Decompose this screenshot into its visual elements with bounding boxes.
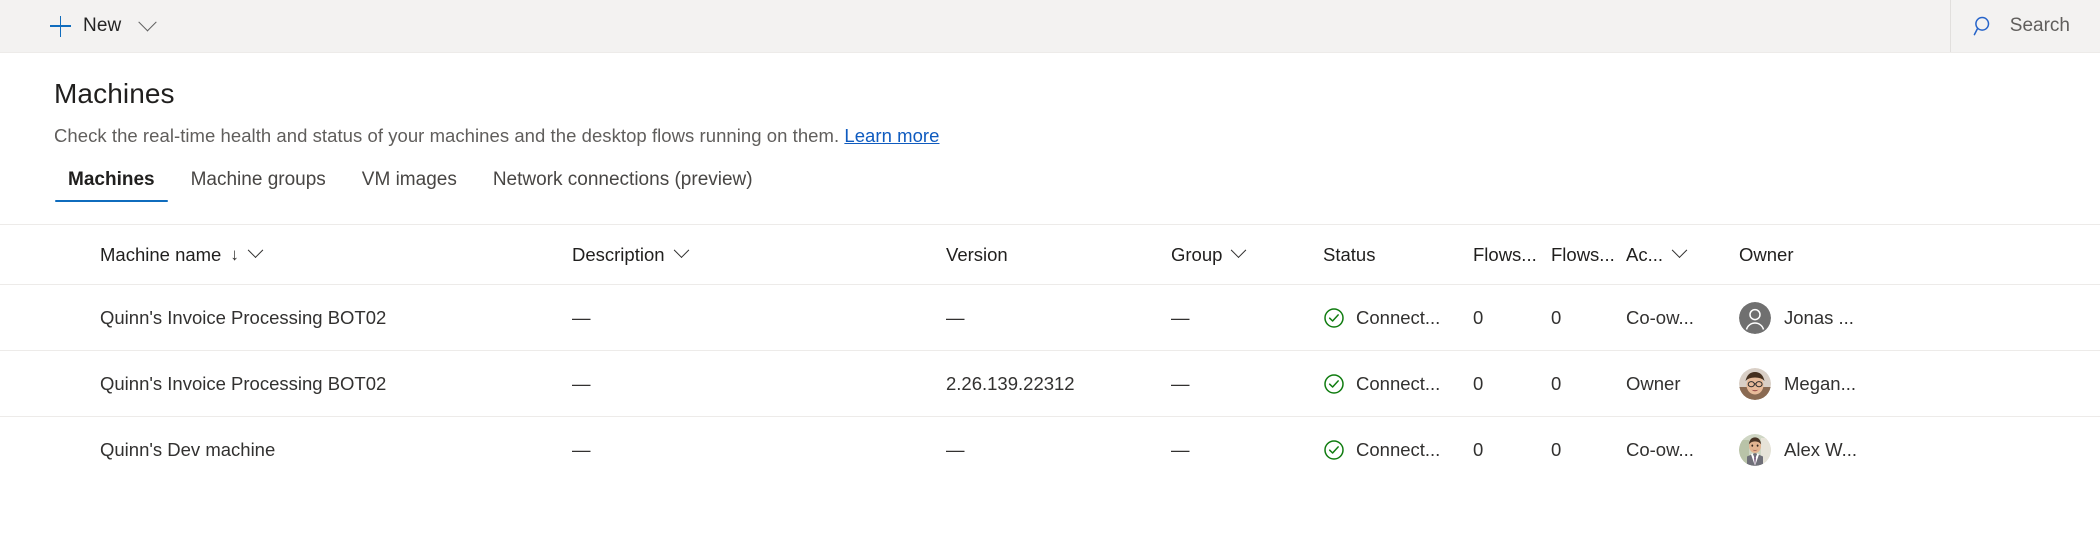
column-header-version[interactable]: Version — [946, 244, 1171, 266]
cell-access: Co-ow... — [1626, 307, 1739, 329]
avatar — [1739, 434, 1771, 466]
cell-flows-queued: 0 — [1473, 307, 1551, 329]
cell-description: — — [572, 439, 946, 461]
cell-owner: Jonas ... — [1739, 302, 1989, 334]
machines-table: Machine name ↓ Description Version Group… — [0, 224, 2100, 482]
column-header-status-label: Status — [1323, 244, 1375, 266]
column-header-group[interactable]: Group — [1171, 244, 1323, 266]
tab-list: Machines Machine groups VM images Networ… — [54, 169, 2100, 202]
cell-machine-name[interactable]: Quinn's Invoice Processing BOT02 — [44, 307, 572, 329]
cell-status-label: Connect... — [1356, 307, 1440, 329]
cell-group: — — [1171, 439, 1323, 461]
cell-owner: Megan... — [1739, 368, 1989, 400]
chevron-down-icon[interactable] — [248, 244, 264, 259]
tab-vm-images[interactable]: VM images — [344, 169, 475, 202]
cell-flows-running: 0 — [1551, 307, 1626, 329]
cell-status-label: Connect... — [1356, 439, 1440, 461]
column-header-version-label: Version — [946, 244, 1008, 266]
table-row[interactable]: Quinn's Invoice Processing BOT02 — — — C… — [0, 284, 2100, 350]
command-bar-left-group: New — [0, 6, 160, 46]
tab-machine-groups[interactable]: Machine groups — [173, 169, 344, 202]
chevron-down-icon[interactable] — [1672, 244, 1688, 259]
column-header-flows-running[interactable]: Flows... — [1551, 244, 1626, 266]
check-circle-icon — [1323, 307, 1345, 329]
page-title: Machines — [54, 78, 2100, 110]
cell-machine-name[interactable]: Quinn's Invoice Processing BOT02 — [44, 373, 572, 395]
chevron-down-icon[interactable] — [673, 244, 689, 259]
check-circle-icon — [1323, 439, 1345, 461]
column-header-owner[interactable]: Owner — [1739, 244, 1989, 266]
column-header-description-label: Description — [572, 244, 665, 266]
command-bar-right-group: Search — [1950, 0, 2100, 52]
cell-status: Connect... — [1323, 307, 1473, 329]
page-subtitle: Check the real-time health and status of… — [54, 125, 2100, 147]
column-header-access-label: Ac... — [1626, 244, 1663, 266]
cell-owner-name: Megan... — [1784, 373, 1856, 395]
new-button[interactable]: New — [44, 6, 160, 46]
avatar — [1739, 302, 1771, 334]
new-button-label: New — [83, 15, 121, 37]
column-header-description[interactable]: Description — [572, 244, 946, 266]
cell-flows-queued: 0 — [1473, 373, 1551, 395]
table-row[interactable]: Quinn's Dev machine — — — Connect... 0 0… — [0, 416, 2100, 482]
tab-network-connections[interactable]: Network connections (preview) — [475, 169, 771, 202]
page-content: Machines Check the real-time health and … — [0, 78, 2100, 202]
cell-status-label: Connect... — [1356, 373, 1440, 395]
cell-status: Connect... — [1323, 439, 1473, 461]
column-header-machine-name[interactable]: Machine name ↓ — [44, 244, 572, 266]
column-header-group-label: Group — [1171, 244, 1222, 266]
sort-descending-icon[interactable]: ↓ — [230, 246, 239, 263]
cell-machine-name[interactable]: Quinn's Dev machine — [44, 439, 572, 461]
learn-more-link[interactable]: Learn more — [844, 125, 939, 146]
cell-version: — — [946, 307, 1171, 329]
check-circle-icon — [1323, 373, 1345, 395]
cell-access: Owner — [1626, 373, 1739, 395]
tab-machines[interactable]: Machines — [50, 169, 173, 202]
column-header-flows-queued-label: Flows... — [1473, 244, 1537, 266]
cell-status: Connect... — [1323, 373, 1473, 395]
column-header-flows-running-label: Flows... — [1551, 244, 1615, 266]
table-row[interactable]: Quinn's Invoice Processing BOT02 — 2.26.… — [0, 350, 2100, 416]
command-bar: New Search — [0, 0, 2100, 53]
cell-version: 2.26.139.22312 — [946, 373, 1171, 395]
cell-owner-name: Alex W... — [1784, 439, 1857, 461]
cell-access: Co-ow... — [1626, 439, 1739, 461]
cell-owner: Alex W... — [1739, 434, 1989, 466]
page-subtitle-text: Check the real-time health and status of… — [54, 125, 839, 146]
column-header-access[interactable]: Ac... — [1626, 244, 1739, 266]
cell-version: — — [946, 439, 1171, 461]
avatar — [1739, 368, 1771, 400]
cell-group: — — [1171, 307, 1323, 329]
cell-flows-queued: 0 — [1473, 439, 1551, 461]
cell-description: — — [572, 373, 946, 395]
search-input[interactable]: Search — [1973, 15, 2070, 37]
column-header-owner-label: Owner — [1739, 244, 1794, 266]
chevron-down-icon[interactable] — [1231, 244, 1247, 259]
table-header-row: Machine name ↓ Description Version Group… — [0, 224, 2100, 284]
cell-owner-name: Jonas ... — [1784, 307, 1854, 329]
column-header-flows-queued[interactable]: Flows... — [1473, 244, 1551, 266]
cell-flows-running: 0 — [1551, 439, 1626, 461]
search-icon — [1973, 15, 1995, 37]
chevron-down-icon[interactable] — [139, 13, 157, 31]
cell-flows-running: 0 — [1551, 373, 1626, 395]
column-header-status[interactable]: Status — [1323, 244, 1473, 266]
cell-group: — — [1171, 373, 1323, 395]
plus-icon — [50, 16, 71, 37]
search-placeholder-text: Search — [2010, 15, 2070, 37]
cell-description: — — [572, 307, 946, 329]
column-header-machine-name-label: Machine name — [100, 244, 221, 266]
